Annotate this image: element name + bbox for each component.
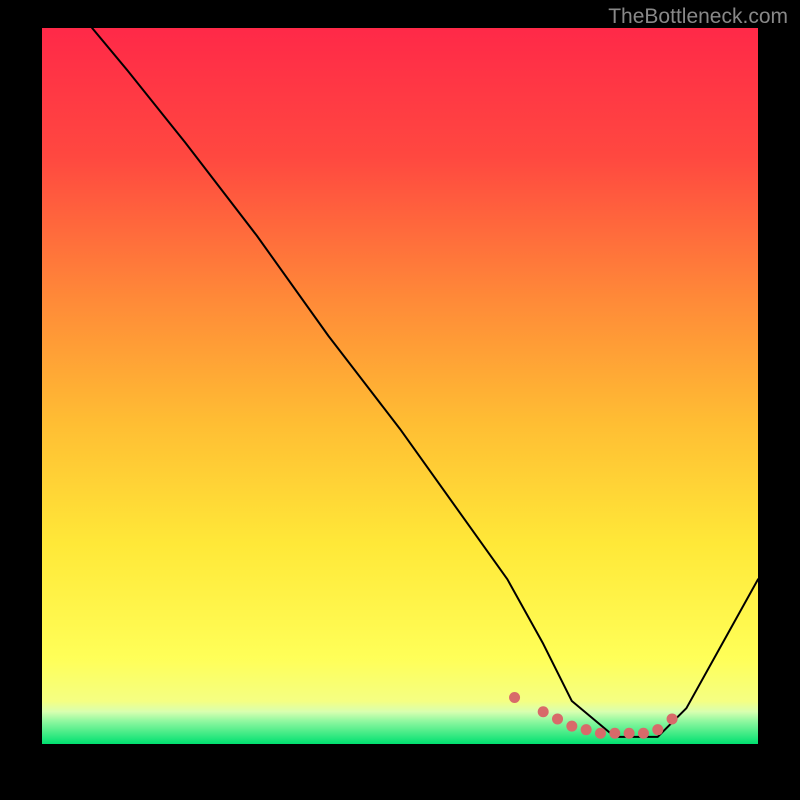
marker-dot <box>566 721 577 732</box>
marker-dot <box>609 728 620 739</box>
plot-area <box>42 28 758 744</box>
marker-dot <box>638 728 649 739</box>
gradient-background <box>42 28 758 744</box>
marker-dot <box>509 692 520 703</box>
marker-dot <box>667 713 678 724</box>
marker-dot <box>624 728 635 739</box>
marker-dot <box>581 724 592 735</box>
marker-dot <box>595 728 606 739</box>
chart-container: TheBottleneck.com <box>0 0 800 800</box>
marker-dot <box>538 706 549 717</box>
marker-dot <box>552 713 563 724</box>
watermark-text: TheBottleneck.com <box>608 5 788 29</box>
chart-svg <box>42 28 758 744</box>
marker-dot <box>652 724 663 735</box>
